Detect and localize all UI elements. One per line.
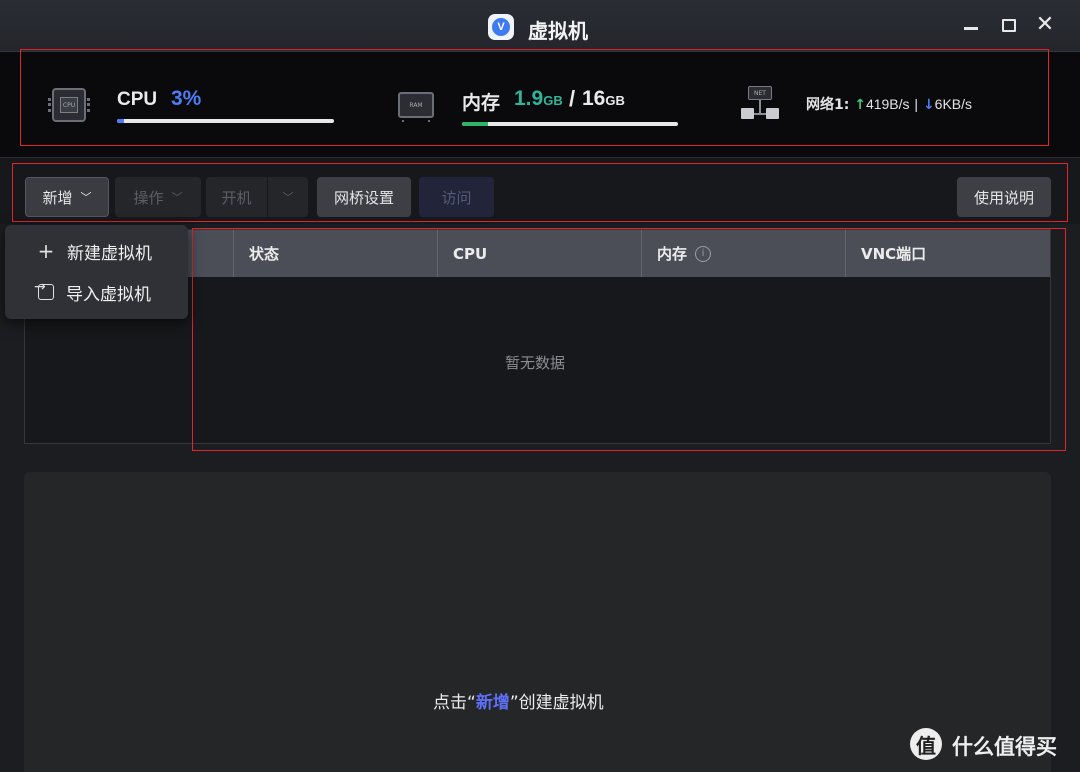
boot-menu-button[interactable]: ﹀ [268,177,308,217]
title-bar: V 虚拟机 ✕ [0,0,1080,52]
operations-dropdown-button[interactable]: 操作 ﹀ [115,177,201,217]
import-icon [34,279,54,300]
upload-arrow-icon: ↑ [854,97,866,113]
memory-usage-bar [462,122,678,126]
column-header-memory[interactable]: 内存 i [642,230,846,277]
minimize-icon [964,26,978,30]
ram-chip-icon: RAM [398,92,434,122]
network-label: 网络1: [806,97,850,113]
plus-icon: + [37,239,55,263]
network-icon: NET [741,86,779,122]
toolbar: 新增 ﹀ 操作 ﹀ 开机 ﹀ 网桥设置 访问 使用说明 [0,158,1080,224]
watermark-logo: 值 [910,728,942,760]
memory-label: 内存 [462,92,501,114]
system-stats-bar: CPU CPU 3% RAM 内存 1.9GB / 16GB NET 网络1: … [0,52,1080,158]
column-header-status[interactable]: 状态 [234,230,438,277]
hint-new-link[interactable]: 新增 [476,693,510,713]
memory-used-value: 1.9GB [514,87,563,110]
speed-divider: | [914,96,919,112]
info-icon[interactable]: i [695,245,712,262]
menu-item-import-vm[interactable]: 导入虚拟机 [5,272,188,312]
upload-speed: 419B/s [865,96,910,112]
menu-item-new-vm[interactable]: + 新建虚拟机 [5,231,188,271]
maximize-icon [1002,18,1016,32]
column-header-cpu[interactable]: CPU [438,230,642,277]
close-button[interactable]: ✕ [1034,14,1056,36]
cpu-chip-icon: CPU [48,88,90,122]
cpu-usage-bar-fill [117,119,124,123]
memory-total-value: 16GB [582,87,625,110]
boot-button[interactable]: 开机 [206,177,267,217]
minimize-button[interactable] [960,14,982,36]
create-vm-hint: 点击“新增”创建虚拟机 [433,693,604,713]
window-title: 虚拟机 [528,19,588,43]
app-logo-icon: V [488,14,514,40]
close-icon: ✕ [1035,12,1055,37]
chevron-down-icon: ﹀ [282,191,294,204]
chevron-down-icon: ﹀ [171,191,183,204]
new-dropdown-menu: + 新建虚拟机 导入虚拟机 [5,225,188,319]
table-empty-text: 暂无数据 [505,354,566,372]
download-arrow-icon: ↓ [922,97,935,113]
visit-button[interactable]: 访问 [419,177,494,217]
download-speed: 6KB/s [934,96,973,112]
cpu-label: CPU [117,89,158,110]
watermark-text: 什么值得买 [952,735,1057,759]
bridge-settings-button[interactable]: 网桥设置 [317,177,411,217]
column-header-vnc-port[interactable]: VNC端口 [846,230,1050,277]
cpu-usage-value: 3% [171,87,202,110]
chevron-down-icon: ﹀ [80,191,92,204]
help-button[interactable]: 使用说明 [957,177,1051,217]
detail-panel [24,472,1051,772]
network-speed: 网络1: ↑419B/s | ↓6KB/s [806,94,972,114]
cpu-usage-bar [117,119,334,123]
memory-usage-bar-fill [462,122,488,126]
maximize-button[interactable] [998,14,1020,36]
new-dropdown-button[interactable]: 新增 ﹀ [25,177,109,217]
memory-separator: / [569,86,576,111]
